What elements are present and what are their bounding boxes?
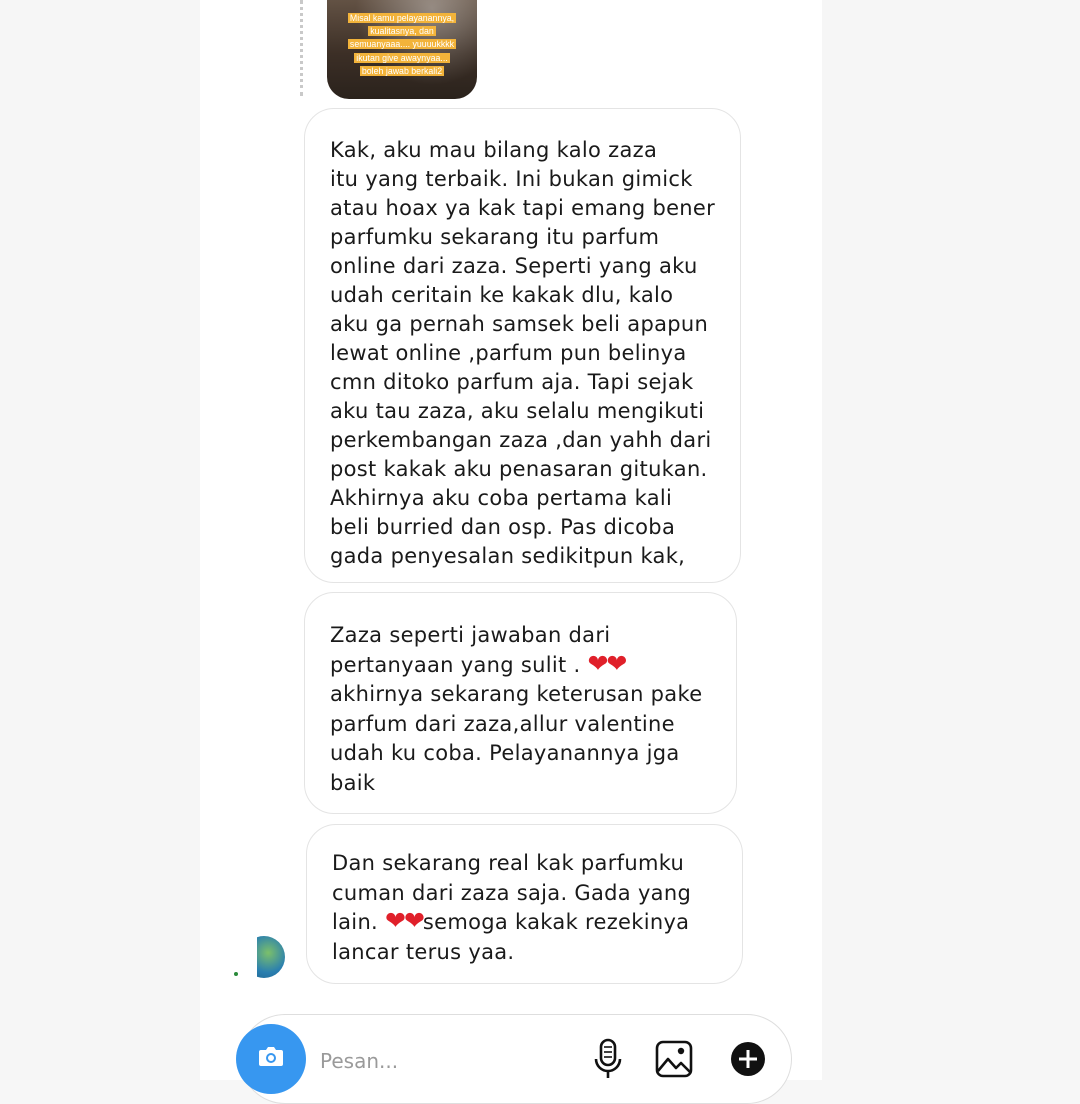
story-caption-line: boleh jawab berkali2 xyxy=(359,65,445,76)
sender-avatar[interactable] xyxy=(257,936,285,980)
story-caption-line: kualitasnya, dan xyxy=(368,26,436,37)
camera-icon xyxy=(259,1047,283,1066)
plus-icon[interactable] xyxy=(728,1037,768,1081)
message-text: Zaza seperti jawaban dari pertanyaan yan… xyxy=(330,621,702,799)
story-caption: Misal kamu pelayanannya, kualitasnya, da… xyxy=(335,12,469,78)
message-line: cuman dari zaza saja. Gada yang xyxy=(332,880,692,905)
story-caption-line: Misal kamu pelayanannya, xyxy=(347,13,457,23)
message-input[interactable] xyxy=(318,1042,572,1080)
message-line: lancar terus yaa. xyxy=(332,939,515,964)
microphone-icon[interactable] xyxy=(588,1037,628,1081)
red-heart-emoji: ❤❤ xyxy=(385,906,425,935)
message-line: pertanyaan yang sulit . xyxy=(330,652,588,677)
story-caption-line: semuanyaaa.... yuuuukkkk xyxy=(347,39,457,50)
message-text: Dan sekarang real kak parfumku cuman dar… xyxy=(332,849,691,967)
avatar-image xyxy=(257,936,285,978)
message-line: Dan sekarang real kak parfumku xyxy=(332,851,685,875)
message-line: Zaza seperti jawaban dari xyxy=(330,623,611,647)
message-line: akhirnya sekarang keterusan pake parfum … xyxy=(330,682,703,795)
red-heart-emoji: ❤❤ xyxy=(587,648,627,678)
status-dot xyxy=(234,972,238,976)
left-margin xyxy=(0,0,200,1080)
message-bubble[interactable]: Dan sekarang real kak parfumku cuman dar… xyxy=(306,824,743,984)
right-margin xyxy=(822,0,1080,1080)
message-bubble[interactable]: Zaza seperti jawaban dari pertanyaan yan… xyxy=(304,592,737,814)
thread-connector xyxy=(300,0,303,96)
story-reply-thumbnail[interactable]: Misal kamu pelayanannya, kualitasnya, da… xyxy=(327,0,477,99)
message-line: lain. xyxy=(332,910,385,934)
story-caption-line: ikutan give awaynyaa... xyxy=(354,52,450,63)
message-text: Kak, aku mau bilang kalo zaza itu yang t… xyxy=(330,138,716,568)
message-line: semoga kakak rezekinya xyxy=(422,910,690,934)
image-icon[interactable] xyxy=(654,1037,694,1081)
message-bubble[interactable]: Kak, aku mau bilang kalo zaza itu yang t… xyxy=(304,108,741,583)
